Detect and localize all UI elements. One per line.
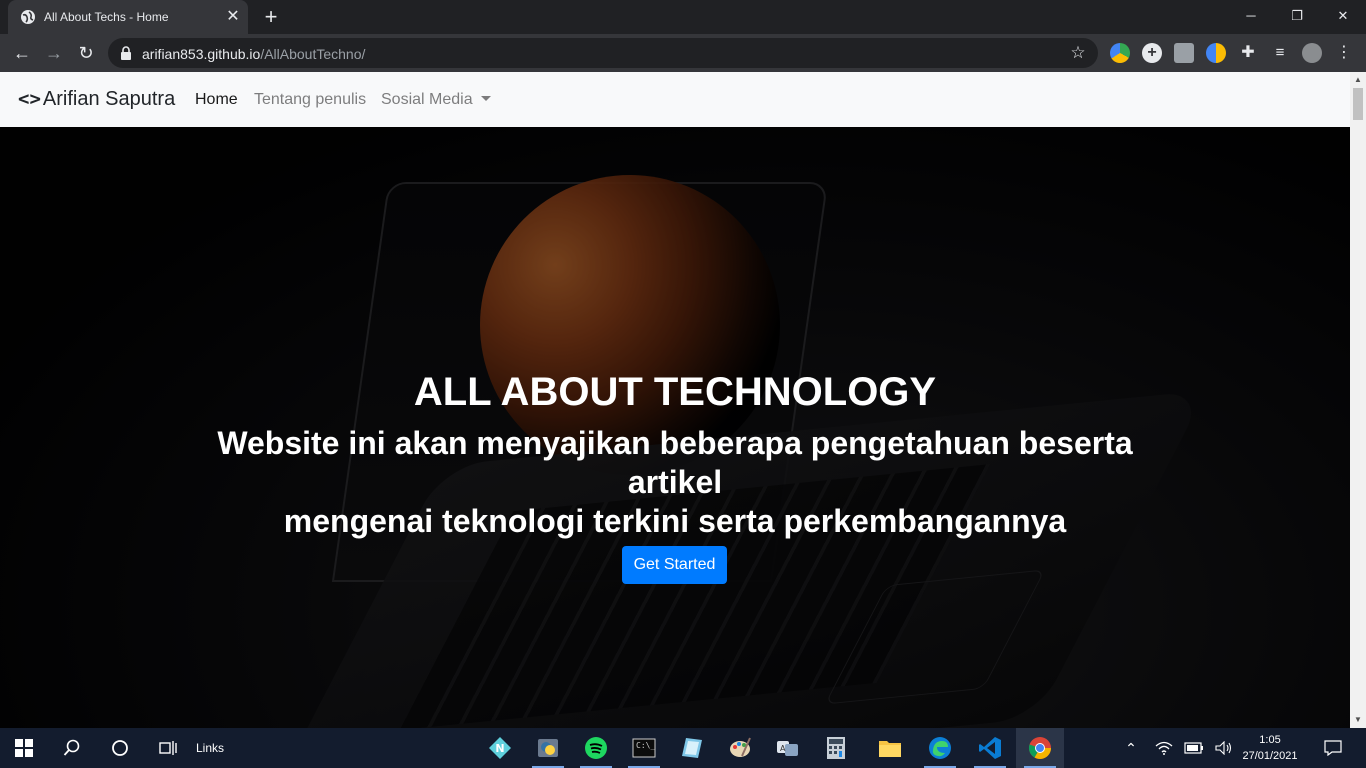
url-text: arifian853.github.io/AllAboutTechno/ — [142, 46, 365, 62]
cortana-icon[interactable] — [96, 728, 144, 768]
hero-subtitle-line2: mengenai teknologi terkini serta perkemb… — [283, 503, 1067, 539]
page-scrollbar[interactable]: ▲ ▼ — [1350, 72, 1366, 728]
media-queue-icon[interactable]: ≡ — [1270, 43, 1290, 63]
extension-icon[interactable] — [1174, 43, 1194, 63]
scroll-down-arrow-icon[interactable]: ▼ — [1350, 712, 1366, 728]
puzzle-extensions-icon[interactable]: ✚ — [1238, 43, 1258, 63]
drive-extension-icon[interactable] — [1110, 43, 1130, 63]
nav-link-tentang-penulis[interactable]: Tentang penulis — [254, 91, 366, 109]
start-icon[interactable] — [0, 728, 48, 768]
browser-toolbar: ← → ↻ arifian853.github.io/AllAboutTechn… — [0, 34, 1366, 72]
dropdown-label: Sosial Media — [381, 91, 473, 108]
windows-logo-icon — [15, 739, 33, 757]
taskbar-links-toolbar[interactable]: Links — [196, 741, 224, 755]
python-icon[interactable] — [524, 728, 572, 768]
lock-icon — [121, 46, 131, 60]
spotify-icon[interactable] — [572, 728, 620, 768]
nav-dropdown-sosial-media[interactable]: Sosial Media — [381, 91, 491, 109]
clock-date: 27/01/2021 — [1242, 750, 1298, 762]
windows-taskbar: Links N C:\_ A ⌃ 1:05 27/01/2021 — [0, 728, 1366, 768]
edge-icon[interactable] — [916, 728, 964, 768]
system-clock[interactable]: 1:05 27/01/2021 — [1240, 732, 1300, 764]
hero-subtitle: Website ini akan menyajikan beberapa pen… — [175, 424, 1175, 541]
back-icon[interactable]: ← — [10, 41, 34, 65]
n-app-icon[interactable]: N — [476, 728, 524, 768]
terminal-icon[interactable]: C:\_ — [620, 728, 668, 768]
brand-link[interactable]: <> Arifian Saputra — [18, 88, 175, 111]
calculator-icon[interactable] — [812, 728, 860, 768]
forward-icon[interactable]: → — [42, 41, 66, 65]
bookmark-star-icon[interactable]: ☆ — [1068, 43, 1088, 63]
file-explorer-icon[interactable] — [866, 728, 914, 768]
browser-tab[interactable]: All About Techs - Home ✕ — [8, 0, 248, 34]
get-started-button[interactable]: Get Started — [622, 546, 727, 584]
brand-text: Arifian Saputra — [42, 88, 176, 110]
minimize-icon[interactable]: ─ — [1228, 0, 1274, 32]
menu-kebab-icon[interactable]: ⋮ — [1334, 43, 1354, 63]
hero-subtitle-line1: Website ini akan menyajikan beberapa pen… — [217, 425, 1133, 500]
hero-title: ALL ABOUT TECHNOLOGY — [413, 370, 937, 414]
scroll-thumb[interactable] — [1353, 88, 1363, 120]
web-page: <> Arifian Saputra Home Tentang penulis S… — [0, 72, 1350, 728]
svg-text:C:\_: C:\_ — [636, 741, 655, 750]
color-extension-icon[interactable] — [1206, 43, 1226, 63]
clock-time: 1:05 — [1259, 734, 1281, 746]
battery-icon[interactable] — [1182, 728, 1206, 768]
window-close-icon[interactable]: ✕ — [1320, 0, 1366, 32]
translator-icon[interactable]: A — [764, 728, 812, 768]
restore-icon[interactable]: ❐ — [1274, 0, 1320, 32]
code-brackets-icon: <> — [18, 88, 41, 110]
add-extension-icon[interactable]: + — [1142, 43, 1162, 63]
globe-icon — [21, 10, 35, 24]
wifi-icon[interactable] — [1152, 728, 1176, 768]
site-navbar: <> Arifian Saputra Home Tentang penulis S… — [0, 72, 1350, 127]
url-host: arifian853.github.io — [142, 46, 261, 62]
notes-icon[interactable] — [668, 728, 716, 768]
svg-text:A: A — [780, 744, 786, 753]
profile-avatar[interactable] — [1302, 43, 1322, 63]
tab-title: All About Techs - Home — [44, 10, 169, 24]
vscode-icon[interactable] — [966, 728, 1014, 768]
nav-link-home[interactable]: Home — [195, 91, 238, 109]
volume-icon[interactable] — [1212, 728, 1236, 768]
paint-icon[interactable] — [716, 728, 764, 768]
search-icon[interactable] — [48, 728, 96, 768]
address-bar[interactable]: arifian853.github.io/AllAboutTechno/ ☆ — [108, 38, 1098, 68]
scroll-up-arrow-icon[interactable]: ▲ — [1350, 72, 1366, 88]
tray-overflow-chevron-icon[interactable]: ⌃ — [1120, 728, 1142, 768]
hero-section: ALL ABOUT TECHNOLOGY Website ini akan me… — [0, 127, 1350, 728]
notification-center-icon[interactable] — [1316, 728, 1350, 768]
chrome-icon[interactable] — [1016, 728, 1064, 768]
browser-titlebar: All About Techs - Home ✕ + ─ ❐ ✕ — [0, 0, 1366, 34]
svg-text:N: N — [495, 742, 504, 755]
new-tab-icon[interactable]: + — [260, 6, 282, 28]
caret-down-icon — [480, 96, 491, 101]
close-tab-icon[interactable]: ✕ — [224, 8, 242, 26]
url-path: /AllAboutTechno/ — [260, 46, 366, 62]
reload-icon[interactable]: ↻ — [74, 41, 98, 65]
task-view-icon[interactable] — [144, 728, 192, 768]
